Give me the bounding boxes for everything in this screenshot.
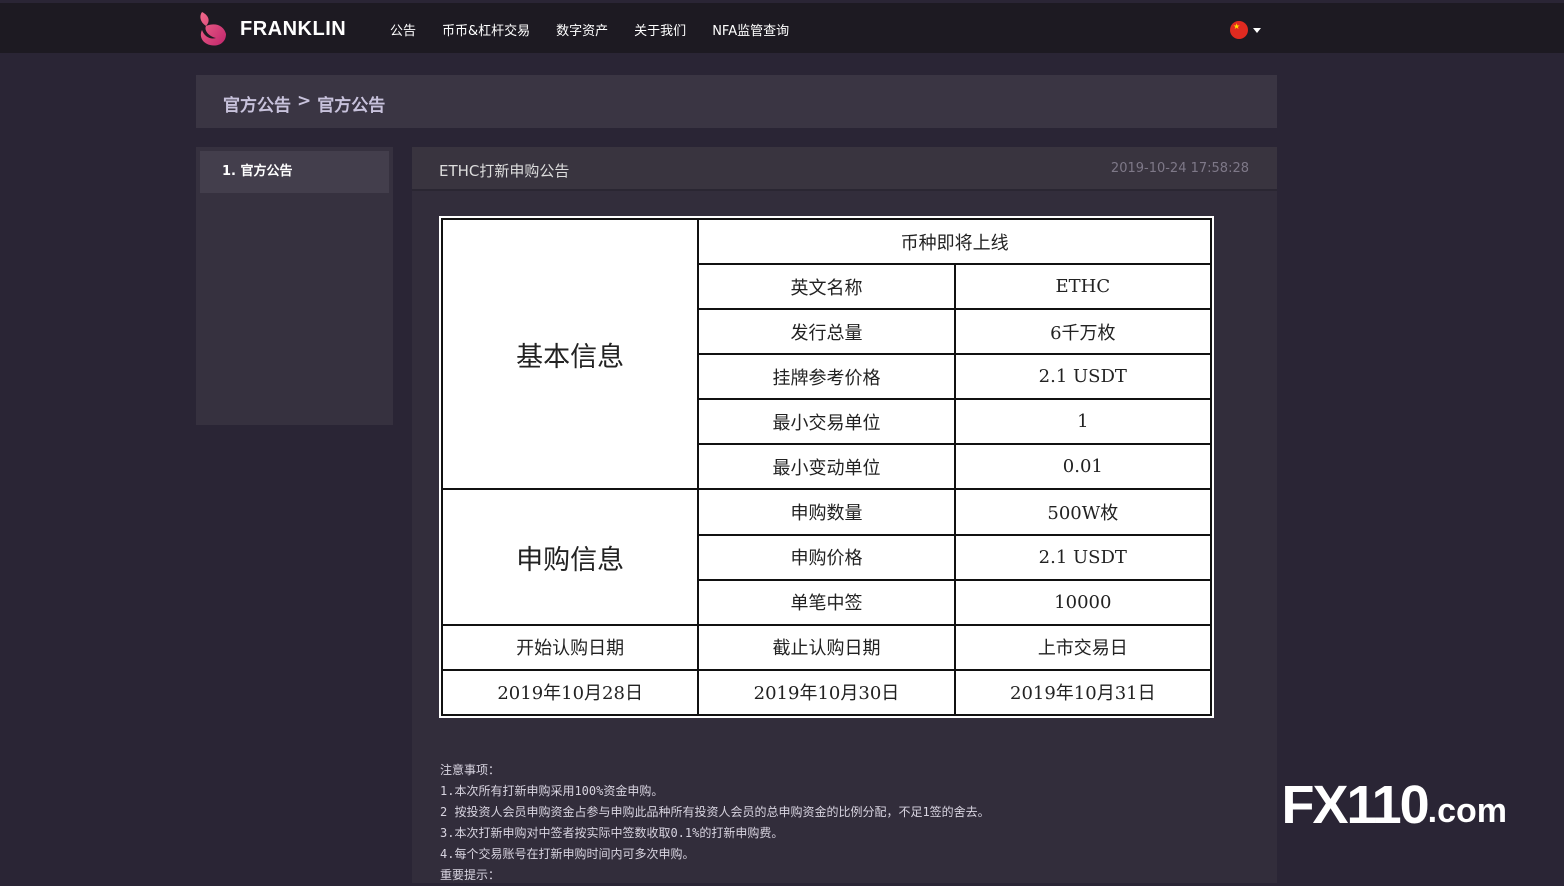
- row-label: 发行总量: [697, 308, 956, 356]
- date-label-listing: 上市交易日: [953, 623, 1213, 671]
- row-value: 1: [953, 398, 1213, 446]
- watermark-fx: FX110: [1281, 775, 1430, 835]
- nav-about-us[interactable]: 关于我们: [634, 20, 686, 39]
- row-label: 英文名称: [697, 263, 956, 311]
- notes-line: 4.每个交易账号在打新申购时间内可多次申购。: [440, 847, 695, 861]
- article-title: ETHC打新申购公告: [439, 162, 570, 180]
- row-value: 6千万枚: [953, 308, 1213, 356]
- notes-line: 1.本次所有打新申购采用100%资金申购。: [440, 784, 664, 798]
- top-navbar: FRANKLIN 公告 币币&杠杆交易 数字资产 关于我们 NFA监管查询: [0, 3, 1564, 53]
- article-header: ETHC打新申购公告 2019-10-24 17:58:28: [412, 147, 1277, 191]
- row-value: 2.1 USDT: [953, 533, 1213, 581]
- watermark-domain: .com: [1427, 792, 1507, 830]
- row-label: 申购价格: [697, 533, 956, 581]
- row-label: 挂牌参考价格: [697, 353, 956, 401]
- breadcrumb-parent[interactable]: 官方公告: [223, 91, 291, 116]
- date-value-start: 2019年10月28日: [440, 668, 700, 717]
- language-selector[interactable]: [1230, 21, 1261, 39]
- china-flag-icon: [1230, 21, 1248, 39]
- notes-heading: 注意事项：: [440, 763, 501, 777]
- row-value: ETHC: [953, 263, 1213, 311]
- phoenix-logo-icon: [200, 12, 226, 46]
- main-nav: 公告 币币&杠杆交易 数字资产 关于我们 NFA监管查询: [390, 20, 815, 39]
- listing-info-table: 基本信息 币种即将上线 英文名称 ETHC 发行总量 6千万枚 挂牌参考价格 2.1 …: [440, 217, 1213, 717]
- date-value-end: 2019年10月30日: [697, 668, 956, 717]
- row-label: 最小变动单位: [697, 443, 956, 491]
- row-label: 申购数量: [697, 488, 956, 536]
- sidebar-item-official-announcement[interactable]: 1. 官方公告: [200, 151, 389, 193]
- row-value: 10000: [953, 578, 1213, 626]
- brand-logo[interactable]: FRANKLIN: [196, 9, 346, 49]
- section-basic-info: 基本信息: [440, 217, 700, 491]
- poster-header: 币种即将上线: [697, 217, 1212, 266]
- row-value: 2.1 USDT: [953, 353, 1213, 401]
- sidebar: 1. 官方公告: [196, 147, 393, 425]
- date-label-start: 开始认购日期: [440, 623, 700, 671]
- date-label-end: 截止认购日期: [697, 623, 956, 671]
- breadcrumb: 官方公告 > 官方公告: [223, 91, 385, 116]
- nav-digital-assets[interactable]: 数字资产: [556, 20, 608, 39]
- chevron-down-icon: [1253, 27, 1261, 33]
- notes-section: 注意事项： 1.本次所有打新申购采用100%资金申购。 2 按投资人会员申购资金…: [440, 760, 990, 886]
- notes-line: 3.本次打新申购对中签者按实际中签数收取0.1%的打新申购费。: [440, 826, 784, 840]
- article-timestamp: 2019-10-24 17:58:28: [1110, 161, 1249, 176]
- breadcrumb-current: 官方公告: [317, 96, 386, 116]
- fx110-watermark: FX110 .com: [1281, 775, 1507, 835]
- breadcrumb-bar: 官方公告 > 官方公告: [196, 75, 1277, 128]
- breadcrumb-separator: >: [297, 91, 312, 111]
- row-label: 最小交易单位: [697, 398, 956, 446]
- row-value: 0.01: [953, 443, 1213, 491]
- date-value-listing: 2019年10月31日: [953, 668, 1213, 717]
- brand-name: FRANKLIN: [240, 17, 347, 40]
- row-value: 500W枚: [953, 488, 1213, 536]
- notes-line: 2 按投资人会员申购资金占参与申购此品种所有投资人会员的总申购资金的比例分配，不…: [440, 805, 990, 819]
- nav-nfa-lookup[interactable]: NFA监管查询: [712, 20, 789, 39]
- row-label: 单笔中签: [697, 578, 956, 626]
- nav-announcement[interactable]: 公告: [390, 20, 416, 39]
- nav-spot-margin-trading[interactable]: 币币&杠杆交易: [442, 20, 530, 39]
- section-subscription-info: 申购信息: [440, 488, 700, 626]
- announcement-image: 基本信息 币种即将上线 英文名称 ETHC 发行总量 6千万枚 挂牌参考价格 2.1 …: [439, 216, 1214, 718]
